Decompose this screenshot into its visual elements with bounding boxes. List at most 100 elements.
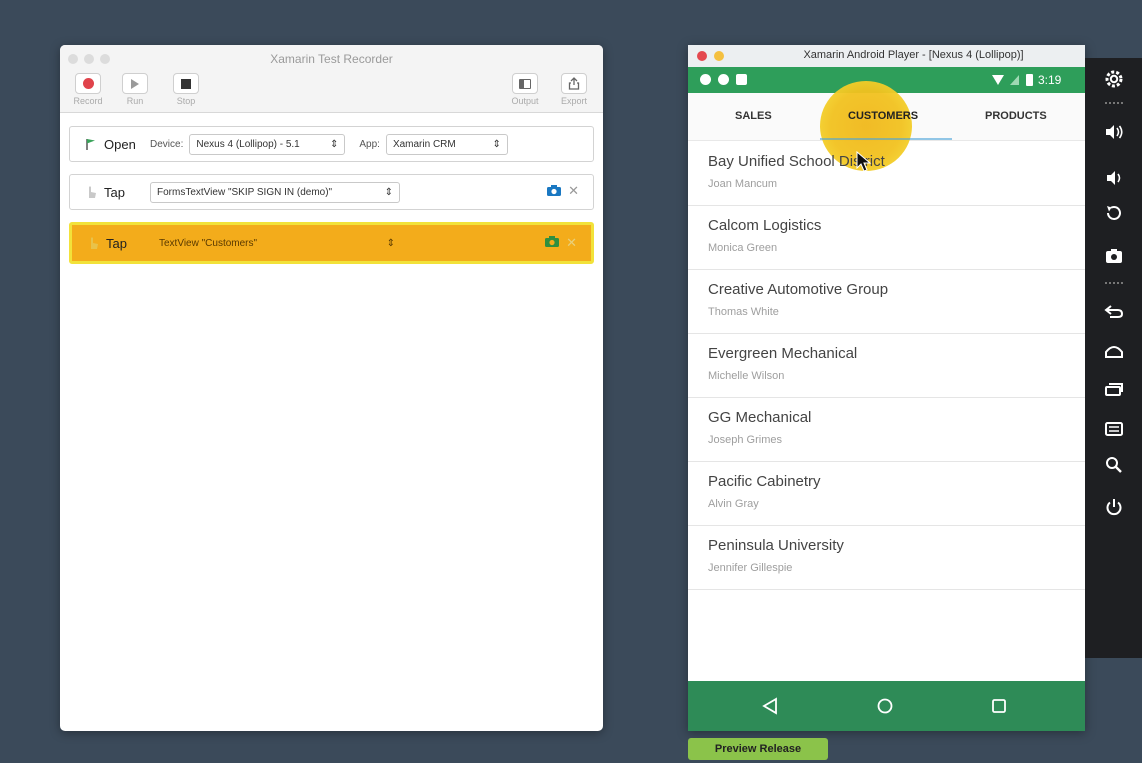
camera-icon[interactable] [547, 185, 561, 199]
step-tap-skip-sign-in[interactable]: Tap FormsTextView "SKIP SIGN IN (demo)" … [69, 174, 594, 210]
back-icon[interactable] [762, 697, 778, 715]
target-value: FormsTextView "SKIP SIGN IN (demo)" [157, 186, 333, 198]
camera-icon[interactable] [545, 236, 559, 250]
divider [1105, 102, 1123, 104]
customer-contact: Thomas White [708, 306, 779, 318]
target-select[interactable]: FormsTextView "SKIP SIGN IN (demo)" ⇕ [150, 181, 400, 203]
signal-icon [1010, 75, 1019, 85]
minimize-window-button[interactable] [714, 51, 724, 61]
play-icon [131, 78, 139, 89]
device-label: Device: [150, 138, 184, 150]
close-window-button[interactable] [697, 51, 707, 61]
customer-contact: Monica Green [708, 242, 778, 254]
device-select[interactable]: Nexus 4 (Lollipop) - 5.1 ⇕ [189, 133, 346, 155]
list-item[interactable]: Peninsula University Jennifer Gillespie [688, 526, 1085, 590]
remove-step-icon[interactable]: ✕ [566, 235, 577, 251]
stop-icon [181, 78, 191, 89]
tap-hand-icon [82, 184, 100, 200]
tab-customers[interactable]: CUSTOMERS [848, 110, 918, 122]
customer-contact: Jennifer Gillespie [708, 562, 793, 574]
target-value: TextView "Customers" [159, 237, 258, 249]
run-button[interactable]: Run [118, 73, 152, 106]
divider [1105, 282, 1123, 284]
output-label: Output [511, 96, 539, 106]
clock: 3:19 [1038, 73, 1062, 87]
volume-down-icon[interactable] [1085, 170, 1142, 186]
player-side-toolbar [1085, 58, 1142, 658]
screenshot-camera-icon[interactable] [1085, 248, 1142, 264]
record-icon [82, 78, 94, 89]
run-label: Run [126, 96, 144, 106]
app-value: Xamarin CRM [392, 138, 456, 150]
customer-name: Peninsula University [708, 537, 844, 554]
step-action: Open [104, 136, 136, 152]
list-item[interactable]: Creative Automotive Group Thomas White [688, 270, 1085, 334]
tab-indicator [820, 138, 952, 140]
list-item[interactable]: Pacific Cabinetry Alvin Gray [688, 462, 1085, 526]
list-item[interactable]: Bay Unified School District Joan Mancum [688, 142, 1085, 206]
android-player-window: Xamarin Android Player - [Nexus 4 (Lolli… [688, 45, 1085, 731]
flag-icon [82, 137, 100, 151]
back-arrow-icon[interactable] [1085, 304, 1142, 318]
battery-icon [1026, 74, 1033, 86]
stepper-icon: ⇕ [329, 138, 339, 150]
recent-apps-icon[interactable] [1085, 382, 1142, 396]
rotate-icon[interactable] [1085, 204, 1142, 222]
wifi-icon [992, 75, 1004, 85]
stepper-icon: ⇕ [386, 237, 395, 249]
stepper-icon: ⇕ [384, 186, 393, 198]
step-action: Tap [106, 235, 127, 251]
export-button[interactable]: Export [557, 73, 591, 106]
stepper-icon: ⇕ [492, 138, 501, 150]
recents-icon[interactable] [991, 698, 1007, 714]
customer-contact: Michelle Wilson [708, 370, 785, 382]
app-select[interactable]: Xamarin CRM ⇕ [385, 133, 508, 155]
target-select[interactable]: TextView "Customers" ⇕ [152, 233, 402, 254]
recorder-title: Xamarin Test Recorder [270, 52, 393, 66]
stop-button[interactable]: Stop [169, 73, 203, 106]
menu-icon[interactable] [1085, 422, 1142, 436]
step-tap-customers[interactable]: Tap TextView "Customers" ⇕ ✕ [69, 222, 594, 264]
settings-gear-icon[interactable] [1085, 66, 1142, 92]
export-label: Export [560, 96, 587, 106]
home-outline-icon[interactable] [1085, 344, 1142, 358]
output-button[interactable]: Output [508, 73, 542, 106]
test-recorder-window: Xamarin Test Recorder Record Run Stop Ou… [60, 45, 603, 731]
notification-icon [736, 74, 747, 85]
android-nav-bar [688, 681, 1085, 731]
customer-name: GG Mechanical [708, 409, 812, 426]
share-icon [568, 77, 580, 90]
stop-label: Stop [176, 96, 196, 106]
record-button[interactable]: Record [71, 73, 105, 106]
tab-sales[interactable]: SALES [735, 110, 772, 122]
list-item[interactable]: Evergreen Mechanical Michelle Wilson [688, 334, 1085, 398]
volume-up-icon[interactable] [1085, 124, 1142, 140]
android-tab-bar: SALES CUSTOMERS PRODUCTS [688, 81, 1085, 171]
remove-step-icon[interactable]: ✕ [568, 183, 579, 199]
recorder-toolbar: Record Run Stop Output Export [60, 73, 603, 113]
home-icon[interactable] [877, 698, 893, 714]
list-item[interactable]: Calcom Logistics Monica Green [688, 206, 1085, 270]
customer-contact: Joan Mancum [708, 178, 778, 190]
power-icon[interactable] [1085, 498, 1142, 516]
tab-products[interactable]: PRODUCTS [985, 110, 1047, 122]
customer-contact: Joseph Grimes [708, 434, 782, 446]
step-action: Tap [104, 184, 125, 200]
device-value: Nexus 4 (Lollipop) - 5.1 [196, 138, 300, 150]
panel-icon [519, 78, 531, 89]
record-label: Record [73, 96, 103, 106]
mouse-cursor-icon [856, 151, 872, 172]
list-item[interactable]: GG Mechanical Joseph Grimes [688, 398, 1085, 462]
step-open[interactable]: Open Device: Nexus 4 (Lollipop) - 5.1 ⇕ … [69, 126, 594, 162]
notification-icon [718, 74, 729, 85]
preview-release-badge: Preview Release [688, 738, 828, 760]
customer-contact: Alvin Gray [708, 498, 759, 510]
customer-name: Creative Automotive Group [708, 281, 889, 298]
customer-name: Calcom Logistics [708, 217, 822, 234]
notification-icon [700, 74, 711, 85]
search-icon[interactable] [1085, 456, 1142, 474]
tap-hand-icon [84, 235, 102, 251]
customer-name: Evergreen Mechanical [708, 345, 858, 362]
android-titlebar: Xamarin Android Player - [Nexus 4 (Lolli… [688, 45, 1085, 67]
android-title: Xamarin Android Player - [Nexus 4 (Lolli… [803, 49, 1024, 61]
